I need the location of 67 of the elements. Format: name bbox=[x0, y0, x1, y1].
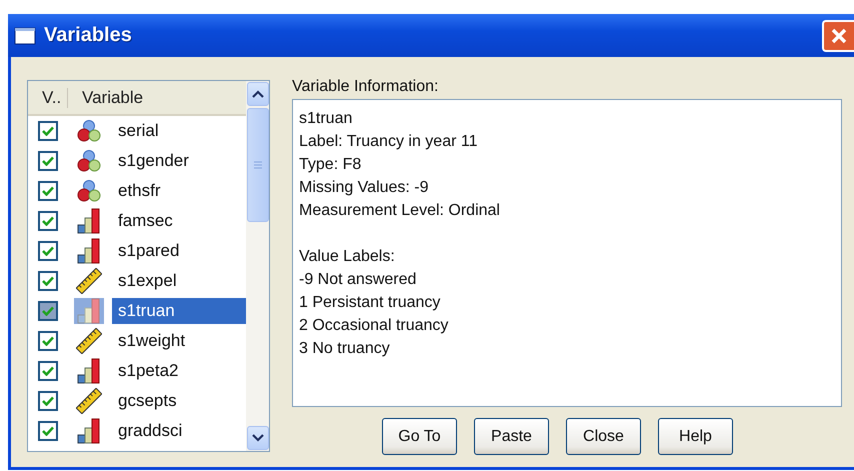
checkbox[interactable] bbox=[38, 211, 58, 231]
check-icon bbox=[42, 126, 54, 136]
bar-chart-icon bbox=[77, 418, 101, 444]
column-header[interactable]: Variable bbox=[68, 88, 144, 108]
info-line: Type: F8 bbox=[299, 155, 362, 175]
dialog-button[interactable]: Go To bbox=[382, 418, 457, 455]
nominal-icon bbox=[77, 179, 101, 203]
info-line: Measurement Level: Ordinal bbox=[299, 201, 501, 221]
variable-name[interactable]: famsec bbox=[112, 208, 246, 234]
check-icon bbox=[42, 366, 54, 376]
check-icon bbox=[42, 156, 54, 166]
info-line: Missing Values: -9 bbox=[299, 178, 430, 198]
variable-name[interactable]: s1gender bbox=[112, 148, 246, 174]
info-line: 3 No truancy bbox=[299, 339, 391, 359]
scroll-up-button[interactable] bbox=[247, 82, 269, 106]
section-label: Variable Information: bbox=[292, 78, 440, 96]
checkbox[interactable] bbox=[38, 421, 58, 441]
column-header[interactable]: V.. bbox=[28, 88, 68, 108]
window-title: Variables bbox=[44, 24, 133, 47]
variable-name[interactable]: graddsci bbox=[112, 418, 246, 444]
check-icon bbox=[42, 396, 54, 406]
check-icon bbox=[42, 276, 54, 286]
scroll-down-button[interactable] bbox=[247, 426, 269, 450]
check-icon bbox=[42, 246, 54, 256]
info-line: 1 Persistant truancy bbox=[299, 293, 442, 313]
check-icon bbox=[42, 306, 54, 316]
checkbox[interactable] bbox=[38, 181, 58, 201]
bar-chart-icon bbox=[77, 208, 101, 234]
checkbox[interactable] bbox=[38, 361, 58, 381]
bar-chart-icon bbox=[77, 298, 101, 324]
close-icon bbox=[830, 26, 848, 44]
bar-chart-icon bbox=[77, 238, 101, 264]
check-icon bbox=[42, 186, 54, 196]
info-line: Label: Truancy in year 11 bbox=[299, 132, 478, 152]
close-button[interactable] bbox=[822, 20, 854, 52]
window-icon bbox=[14, 26, 36, 44]
check-icon bbox=[42, 426, 54, 436]
dialog-button[interactable]: Paste bbox=[474, 418, 549, 455]
checkbox[interactable] bbox=[38, 391, 58, 411]
check-icon bbox=[42, 336, 54, 346]
variable-name[interactable]: s1pared bbox=[112, 238, 246, 264]
dialog-button[interactable]: Close bbox=[566, 418, 641, 455]
checkbox[interactable] bbox=[38, 271, 58, 291]
info-line: -9 Not answered bbox=[299, 270, 418, 290]
grip-icon bbox=[254, 161, 262, 169]
checkbox[interactable] bbox=[38, 151, 58, 171]
variable-name[interactable]: s1weight bbox=[112, 328, 246, 354]
checkbox[interactable] bbox=[38, 301, 58, 321]
variable-name[interactable]: gcsepts bbox=[112, 388, 246, 414]
bar-chart-icon bbox=[77, 358, 101, 384]
variable-name[interactable]: s1truan bbox=[112, 298, 246, 324]
checkbox[interactable] bbox=[38, 121, 58, 141]
nominal-icon bbox=[77, 149, 101, 173]
checkbox[interactable] bbox=[38, 331, 58, 351]
info-line: 2 Occasional truancy bbox=[299, 316, 450, 336]
scroll-thumb[interactable] bbox=[247, 108, 269, 222]
variable-name[interactable]: s1expel bbox=[112, 268, 246, 294]
check-icon bbox=[42, 216, 54, 226]
info-line: Value Labels: bbox=[299, 247, 396, 267]
variable-name[interactable]: s1peta2 bbox=[112, 358, 246, 384]
variable-name[interactable]: serial bbox=[112, 118, 246, 144]
nominal-icon bbox=[77, 119, 101, 143]
scrollbar[interactable] bbox=[246, 81, 269, 451]
info-line: s1truan bbox=[299, 109, 354, 129]
variable-name[interactable]: ethsfr bbox=[112, 178, 246, 204]
dialog-button[interactable]: Help bbox=[658, 418, 733, 455]
checkbox[interactable] bbox=[38, 241, 58, 261]
